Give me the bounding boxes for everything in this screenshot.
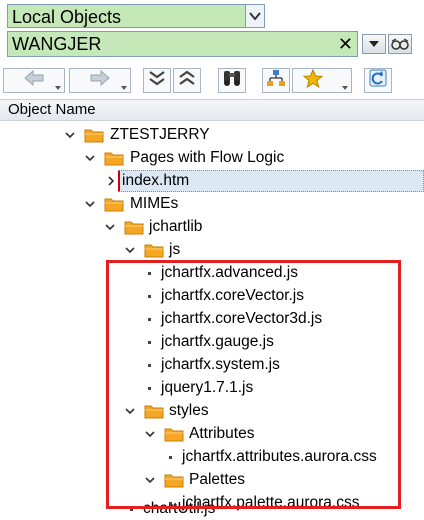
toolbar xyxy=(0,66,424,96)
arrow-left-icon xyxy=(23,69,45,91)
dropdown-button[interactable] xyxy=(362,34,386,54)
object-name-field[interactable]: ✕ xyxy=(7,31,358,57)
forward-button[interactable] xyxy=(69,68,131,93)
folder-icon xyxy=(124,221,144,235)
back-button[interactable] xyxy=(3,68,65,93)
tree-node-pages[interactable]: Pages with Flow Logic xyxy=(0,147,424,169)
chevron-right-icon[interactable] xyxy=(105,175,117,187)
tree-node-js[interactable]: js xyxy=(0,239,424,261)
folder-icon xyxy=(104,198,124,212)
find-button[interactable] xyxy=(218,68,246,93)
tree-node-label: ZTESTJERRY xyxy=(110,126,210,143)
refresh-icon xyxy=(368,68,388,93)
tree-node-index-htm[interactable]: index.htm xyxy=(0,170,424,192)
binoculars-icon xyxy=(222,69,242,92)
collapse-all-button[interactable] xyxy=(173,68,201,93)
refresh-button[interactable] xyxy=(364,68,392,93)
favorites-button[interactable] xyxy=(292,68,352,93)
expand-all-button[interactable] xyxy=(143,68,171,93)
chevron-down-icon[interactable] xyxy=(64,129,76,141)
arrow-right-icon xyxy=(89,69,111,91)
chevron-down-icon[interactable] xyxy=(104,221,116,233)
folder-icon xyxy=(104,152,124,166)
hierarchy-icon xyxy=(266,69,286,92)
clear-icon[interactable]: ✕ xyxy=(338,32,353,56)
chevron-down-icon[interactable] xyxy=(245,5,264,27)
tree-node-label: index.htm xyxy=(122,172,190,189)
folder-icon xyxy=(144,244,164,258)
chevron-down-icon[interactable] xyxy=(124,244,136,256)
annotation-highlight-box xyxy=(106,260,401,509)
folder-icon xyxy=(84,129,104,143)
tree-node-ztestjerry[interactable]: ZTESTJERRY xyxy=(0,124,424,146)
object-type-value: Local Objects xyxy=(12,7,122,27)
object-name-input[interactable] xyxy=(8,32,328,56)
object-type-dropdown[interactable]: Local Objects xyxy=(7,4,265,28)
tree-node-label: js xyxy=(169,241,181,258)
display-glasses-icon[interactable] xyxy=(388,34,412,54)
tree-node-label: Pages with Flow Logic xyxy=(130,149,285,166)
double-chevron-up-icon xyxy=(178,70,196,91)
column-header-object-name[interactable]: Object Name xyxy=(0,99,424,121)
double-chevron-down-icon xyxy=(148,70,166,91)
tree-node-label: MIMEs xyxy=(130,195,179,212)
tree-node-jchartlib[interactable]: jchartlib xyxy=(0,216,424,238)
tree-node-mimes[interactable]: MIMEs xyxy=(0,193,424,215)
tree-node-label: jchartlib xyxy=(149,218,203,235)
chevron-down-icon[interactable] xyxy=(84,198,96,210)
star-icon xyxy=(302,68,324,93)
chevron-down-icon[interactable] xyxy=(84,152,96,164)
object-tree: ZTESTJERRY Pages with Flow Logic index.h… xyxy=(0,122,424,517)
hierarchy-button[interactable] xyxy=(262,68,290,93)
